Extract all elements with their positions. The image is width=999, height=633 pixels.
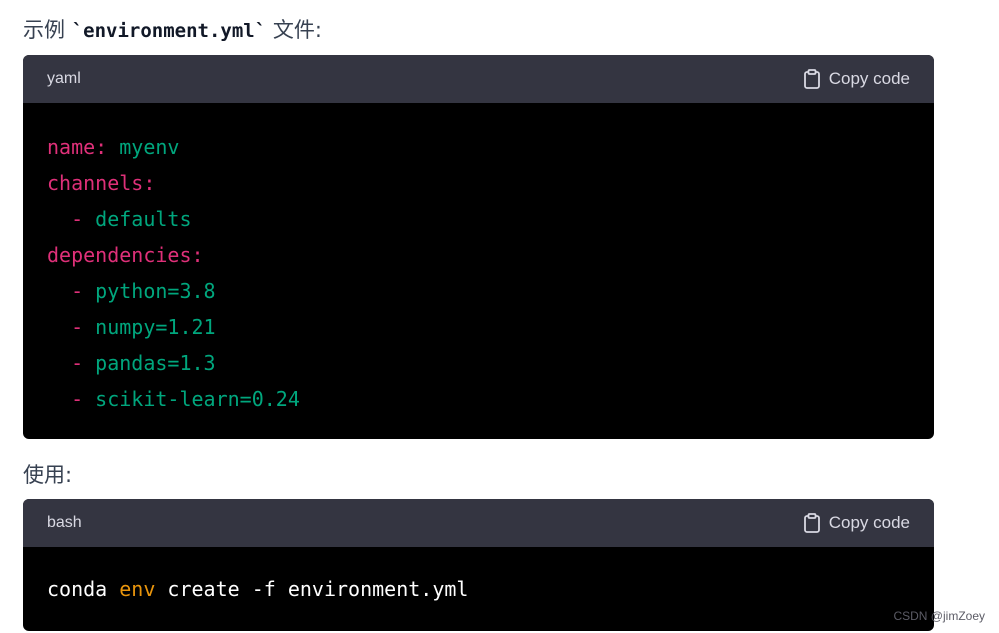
code-line: - pandas=1.3 bbox=[47, 351, 216, 375]
code-line: - defaults bbox=[47, 207, 192, 231]
intro-paragraph: 示例 `environment.yml` 文件: bbox=[23, 14, 322, 44]
copy-code-label: Copy code bbox=[828, 513, 910, 532]
intro-prefix: 示例 bbox=[23, 18, 72, 42]
intro-suffix: 文件: bbox=[266, 18, 322, 42]
code-line: name: myenv bbox=[47, 135, 180, 159]
code-language-label: yaml bbox=[47, 70, 81, 87]
code-language-label: bash bbox=[47, 514, 82, 531]
code-block-header: yaml Copy code bbox=[23, 55, 934, 103]
code-line: - scikit-learn=0.24 bbox=[47, 387, 300, 411]
code-line: conda env create -f environment.yml bbox=[47, 577, 469, 601]
yaml-code-content: name: myenv channels: - defaults dependenc… bbox=[23, 103, 934, 417]
clipboard-icon bbox=[803, 513, 821, 533]
code-line: - python=3.8 bbox=[47, 279, 216, 303]
code-line: channels: bbox=[47, 171, 156, 195]
intro-inline-code: `environment.yml` bbox=[71, 20, 267, 42]
bash-code-content: conda env create -f environment.yml bbox=[23, 547, 934, 607]
copy-code-button[interactable]: Copy code bbox=[803, 69, 910, 89]
yaml-code-block: yaml Copy code name: myenv channels: - de… bbox=[23, 55, 934, 439]
code-block-header: bash Copy code bbox=[23, 499, 934, 547]
clipboard-icon bbox=[803, 69, 821, 89]
code-line: - numpy=1.21 bbox=[47, 315, 216, 339]
copy-code-label: Copy code bbox=[828, 69, 910, 88]
code-line: dependencies: bbox=[47, 243, 204, 267]
watermark: CSDN @jimZoey bbox=[893, 609, 985, 623]
usage-label: 使用: bbox=[23, 463, 73, 487]
copy-code-button[interactable]: Copy code bbox=[803, 513, 910, 533]
bash-code-block: bash Copy code conda env create -f envir… bbox=[23, 499, 934, 631]
